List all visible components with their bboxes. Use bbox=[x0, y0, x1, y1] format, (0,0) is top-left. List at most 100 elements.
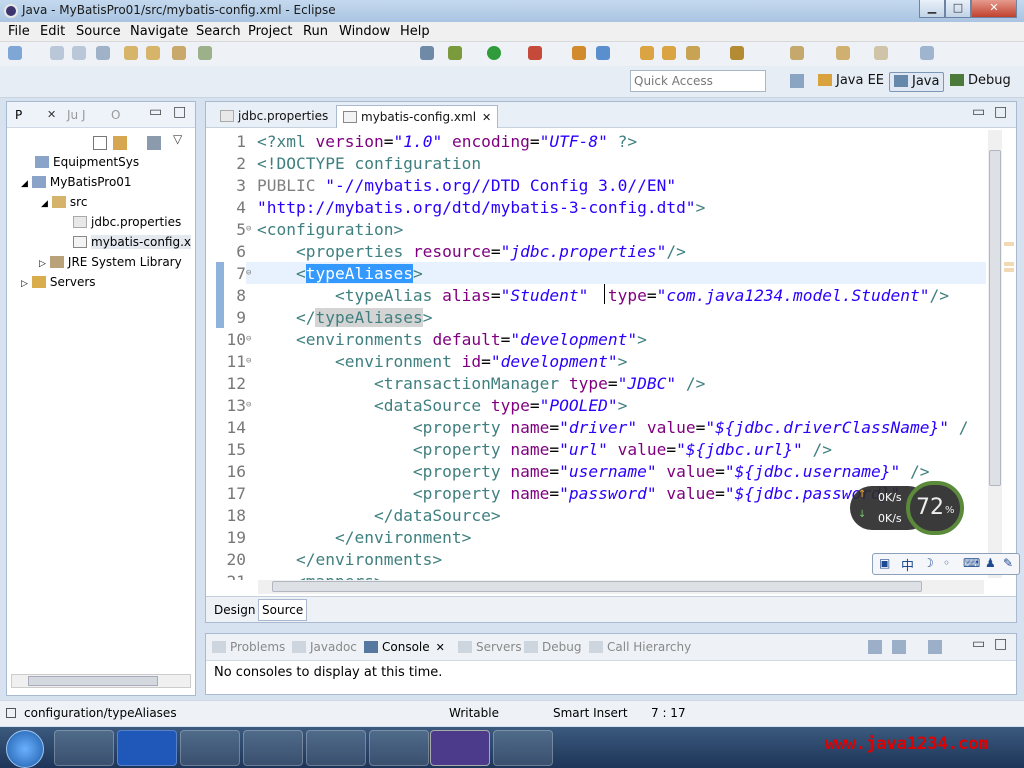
close-icon[interactable]: ✕ bbox=[47, 108, 56, 121]
net-speed-widget[interactable]: ↑ ↓ 0K/s 0K/s 72 % bbox=[850, 481, 966, 535]
forward-icon[interactable] bbox=[874, 46, 888, 60]
tree-item-equipmentsys[interactable]: EquipmentSys bbox=[35, 155, 139, 169]
display-console-icon[interactable] bbox=[892, 640, 906, 654]
fold-icon[interactable]: ⊖ bbox=[246, 400, 251, 410]
tree-item-mybatispro01[interactable]: ◢ MyBatisPro01 bbox=[21, 175, 132, 189]
tab-servers[interactable]: Servers bbox=[458, 640, 522, 654]
menu-edit[interactable]: Edit bbox=[40, 24, 65, 39]
open-resource-icon[interactable] bbox=[146, 46, 160, 60]
vertical-scrollbar[interactable] bbox=[988, 130, 1002, 578]
quick-access-input[interactable]: Quick Access bbox=[630, 70, 766, 92]
menu-navigate[interactable]: Navigate bbox=[130, 24, 188, 39]
search-icon[interactable] bbox=[662, 46, 676, 60]
minimize-view-icon[interactable]: ▭ bbox=[149, 104, 162, 120]
maximize-button[interactable]: □ bbox=[945, 0, 971, 18]
taskbar-app-terminal-icon[interactable] bbox=[180, 730, 240, 766]
open-console-icon[interactable] bbox=[868, 640, 882, 654]
tab-javadoc[interactable]: Javadoc bbox=[292, 640, 357, 654]
close-icon[interactable]: ✕ bbox=[436, 641, 445, 654]
new-java-project-icon[interactable] bbox=[572, 46, 586, 60]
horizontal-scrollbar[interactable] bbox=[11, 674, 191, 688]
tab-mybatis-config[interactable]: mybatis-config.xml ✕ bbox=[336, 105, 499, 128]
taskbar-app-pinwheel-icon[interactable] bbox=[54, 730, 114, 766]
tab-console[interactable]: Console ✕ bbox=[364, 640, 445, 654]
tree-item-jre-library[interactable]: ▷ JRE System Library bbox=[39, 255, 182, 269]
menu-project[interactable]: Project bbox=[248, 24, 292, 39]
task-icon[interactable] bbox=[198, 46, 212, 60]
tab-source[interactable]: Source bbox=[258, 599, 308, 621]
perspective-debug[interactable]: Debug bbox=[946, 72, 1015, 92]
taskbar-app-toolbox-icon[interactable] bbox=[243, 730, 303, 766]
maximize-view-icon[interactable]: □ bbox=[994, 104, 1007, 120]
annotation-icon[interactable] bbox=[730, 46, 744, 60]
menu-source[interactable]: Source bbox=[76, 24, 121, 39]
save-icon[interactable] bbox=[50, 46, 64, 60]
tab-design[interactable]: Design bbox=[214, 603, 255, 617]
tab-call-hierarchy[interactable]: Call Hierarchy bbox=[589, 640, 691, 654]
back-icon[interactable] bbox=[836, 46, 850, 60]
taskbar-app-explorer-icon[interactable] bbox=[493, 730, 553, 766]
link-editor-icon[interactable] bbox=[113, 136, 127, 150]
start-button[interactable] bbox=[6, 730, 44, 768]
external-tools-icon[interactable] bbox=[528, 46, 542, 60]
new-package-icon[interactable] bbox=[596, 46, 610, 60]
fold-icon[interactable]: ⊖ bbox=[246, 268, 251, 278]
ime-keyboard-icon[interactable]: ⌨ bbox=[963, 556, 980, 570]
ime-chinese-mode[interactable]: 中 bbox=[901, 555, 914, 574]
tab-jdbc-properties[interactable]: jdbc.properties bbox=[214, 105, 334, 128]
maximize-view-icon[interactable]: □ bbox=[173, 104, 186, 120]
tree-item-mybatis-config[interactable]: mybatis-config.x bbox=[73, 235, 192, 249]
fold-icon[interactable]: ⊖ bbox=[246, 224, 251, 234]
open-type-icon[interactable] bbox=[124, 46, 138, 60]
open-folder-icon[interactable] bbox=[640, 46, 654, 60]
ime-user-icon[interactable]: ♟ bbox=[985, 556, 996, 570]
perspective-java-ee[interactable]: Java EE bbox=[814, 72, 888, 92]
ime-punct-icon[interactable]: ◦ bbox=[943, 556, 950, 570]
ime-moon-icon[interactable]: ☽ bbox=[923, 556, 934, 570]
new-console-icon[interactable] bbox=[928, 640, 942, 654]
next-annotation-icon[interactable] bbox=[790, 46, 804, 60]
scroll-thumb[interactable] bbox=[272, 581, 922, 592]
tab-package-explorer[interactable]: P bbox=[15, 108, 22, 122]
build-icon[interactable] bbox=[172, 46, 186, 60]
fold-icon[interactable]: ⊖ bbox=[246, 334, 251, 344]
open-perspective-icon[interactable] bbox=[790, 74, 804, 88]
focus-icon[interactable] bbox=[147, 136, 161, 150]
tree-item-jdbc-properties[interactable]: jdbc.properties bbox=[73, 215, 181, 229]
taskbar-app-wps-writer-icon[interactable] bbox=[117, 730, 177, 766]
debug-icon[interactable] bbox=[448, 46, 462, 60]
tree-item-src[interactable]: ◢ src bbox=[41, 195, 87, 209]
minimize-view-icon[interactable]: ▭ bbox=[972, 104, 985, 120]
ime-settings-icon[interactable]: ✎ bbox=[1003, 556, 1013, 570]
taskbar-app-dolphin-icon[interactable] bbox=[369, 730, 429, 766]
new-icon[interactable] bbox=[8, 46, 22, 60]
print-icon[interactable] bbox=[96, 46, 110, 60]
scroll-thumb[interactable] bbox=[28, 676, 158, 686]
scroll-thumb[interactable] bbox=[989, 150, 1001, 486]
ime-logo-icon[interactable]: ▣ bbox=[879, 556, 890, 570]
tab-junit[interactable]: Ju J bbox=[67, 108, 86, 122]
edit-icon[interactable] bbox=[686, 46, 700, 60]
tree-item-servers[interactable]: ▷ Servers bbox=[21, 275, 96, 289]
menu-run[interactable]: Run bbox=[303, 24, 328, 39]
minimize-button[interactable]: ▁ bbox=[919, 0, 945, 18]
tab-problems[interactable]: Problems bbox=[212, 640, 285, 654]
tab-debug[interactable]: Debug bbox=[524, 640, 581, 654]
run-icon[interactable] bbox=[487, 46, 501, 60]
fold-icon[interactable]: ⊖ bbox=[246, 356, 251, 366]
pin-icon[interactable] bbox=[420, 46, 434, 60]
save-all-icon[interactable] bbox=[72, 46, 86, 60]
minimize-view-icon[interactable]: ▭ bbox=[972, 636, 985, 652]
taskbar-app-chrome-icon[interactable] bbox=[306, 730, 366, 766]
close-button[interactable]: ✕ bbox=[971, 0, 1017, 18]
collapse-all-icon[interactable] bbox=[93, 136, 107, 150]
view-menu-icon[interactable] bbox=[920, 46, 934, 60]
maximize-view-icon[interactable]: □ bbox=[994, 636, 1007, 652]
menu-search[interactable]: Search bbox=[196, 24, 241, 39]
horizontal-scrollbar[interactable] bbox=[258, 580, 984, 594]
taskbar-app-eclipse-ee-icon[interactable] bbox=[430, 730, 490, 766]
menu-file[interactable]: File bbox=[8, 24, 30, 39]
view-menu-icon[interactable]: ▽ bbox=[173, 132, 182, 146]
perspective-java[interactable]: Java bbox=[889, 72, 945, 92]
menu-help[interactable]: Help bbox=[400, 24, 430, 39]
